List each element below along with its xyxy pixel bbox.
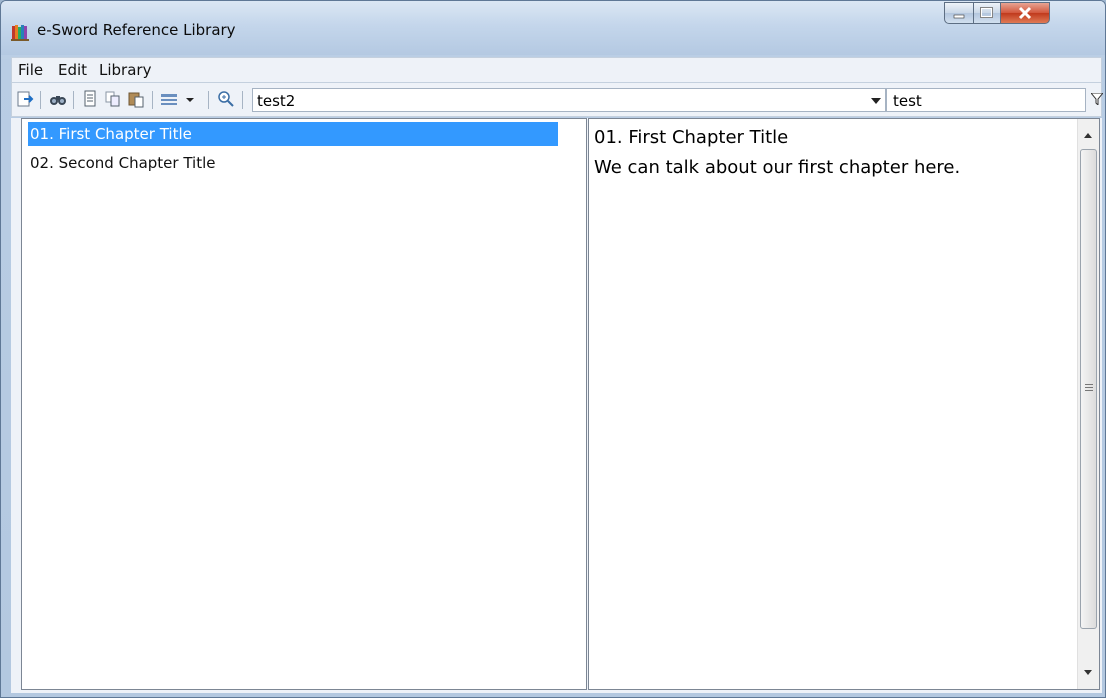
content-title: 01. First Chapter Title (594, 127, 789, 148)
chapter-list[interactable]: 01. First Chapter Title 02. Second Chapt… (21, 118, 587, 690)
window-title: e-Sword Reference Library (37, 21, 236, 39)
scroll-up-icon[interactable] (1084, 133, 1092, 138)
menu-edit[interactable]: Edit (58, 61, 87, 79)
toolbar-separator (152, 91, 153, 109)
find-icon[interactable] (49, 90, 67, 108)
scroll-down-icon[interactable] (1084, 670, 1092, 675)
paste-icon[interactable] (127, 90, 145, 108)
vertical-scrollbar[interactable] (1077, 119, 1099, 689)
document-icon[interactable] (81, 90, 99, 108)
menu-bar: File Edit Library (11, 57, 1102, 83)
maximize-button[interactable] (973, 2, 1001, 24)
edit-dropdown-icon[interactable] (160, 90, 200, 108)
list-item-label: 02. Second Chapter Title (30, 154, 216, 172)
list-item[interactable]: 02. Second Chapter Title (28, 151, 558, 175)
minimize-button[interactable] (944, 2, 974, 24)
main-area: 01. First Chapter Title 02. Second Chapt… (11, 118, 1102, 693)
copy-icon[interactable] (104, 90, 122, 108)
topic-select-value: test2 (257, 92, 296, 110)
toolbar-separator (242, 91, 243, 109)
search-input[interactable]: test (886, 88, 1086, 112)
toolbar-separator (40, 91, 41, 109)
export-icon[interactable] (16, 90, 34, 108)
zoom-icon[interactable] (217, 90, 235, 108)
content-viewer[interactable]: 01. First Chapter Title We can talk abou… (588, 118, 1100, 690)
close-button[interactable] (1000, 2, 1050, 24)
maximize-icon (980, 7, 993, 18)
chevron-down-icon[interactable] (871, 98, 881, 104)
topic-select[interactable]: test2 (252, 88, 886, 112)
close-icon (1018, 6, 1032, 20)
content-body: We can talk about our first chapter here… (594, 157, 961, 178)
scroll-thumb[interactable] (1080, 149, 1097, 629)
menu-file[interactable]: File (18, 61, 43, 79)
toolbar-separator (208, 91, 209, 109)
minimize-icon (953, 14, 965, 19)
list-item[interactable]: 01. First Chapter Title (28, 122, 558, 146)
menu-library[interactable]: Library (99, 61, 151, 79)
title-bar[interactable]: e-Sword Reference Library (1, 1, 1105, 55)
grip-icon (1085, 387, 1093, 388)
toolbar-separator (73, 91, 74, 109)
grip-icon (1085, 384, 1093, 385)
filter-icon[interactable] (1091, 93, 1103, 105)
search-input-value: test (893, 92, 922, 110)
app-books-icon (11, 25, 29, 41)
list-item-label: 01. First Chapter Title (30, 125, 192, 143)
grip-icon (1085, 390, 1093, 391)
app-window: e-Sword Reference Library File Edit Libr… (0, 0, 1106, 698)
toolbar: test2 test (11, 83, 1103, 117)
